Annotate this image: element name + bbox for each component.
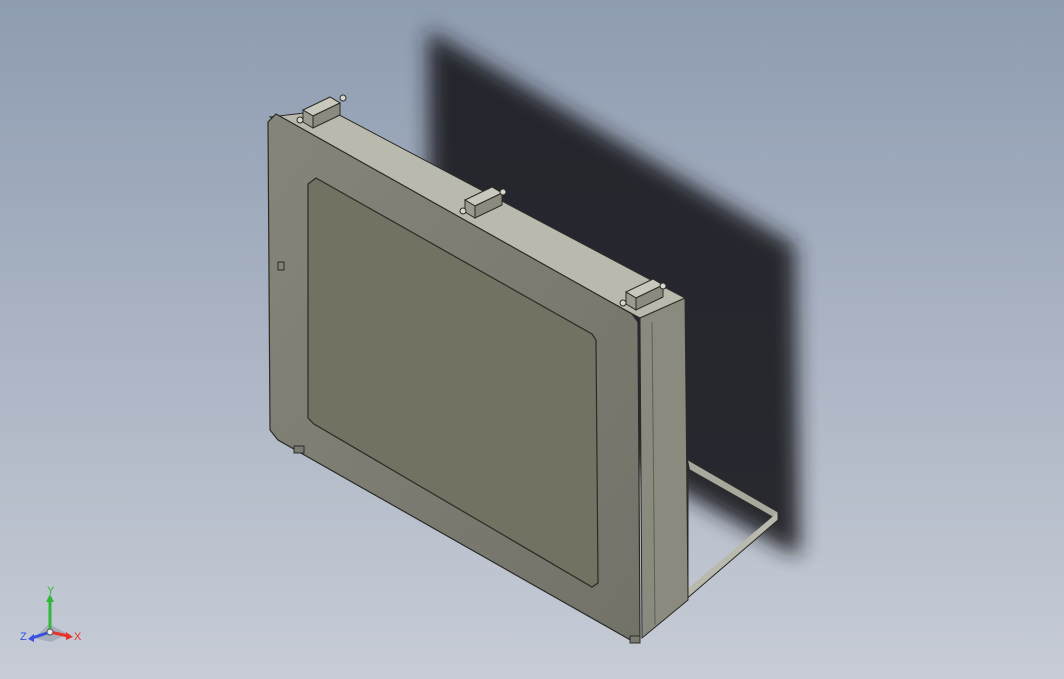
- foot-right: [629, 635, 641, 644]
- 3d-viewport[interactable]: Y X Z: [0, 0, 1064, 679]
- triad-origin: [46, 628, 54, 636]
- model-scene[interactable]: [0, 0, 1064, 679]
- x-axis-arrow-icon: [66, 632, 73, 640]
- z-axis-arrow-icon: [28, 634, 34, 642]
- y-axis-label: Y: [47, 586, 55, 597]
- enclosure-side: [639, 297, 689, 640]
- orientation-triad[interactable]: Y X Z: [18, 586, 84, 648]
- foot-left: [293, 445, 305, 454]
- x-axis-label: X: [74, 631, 82, 643]
- z-axis-label: Z: [20, 631, 27, 643]
